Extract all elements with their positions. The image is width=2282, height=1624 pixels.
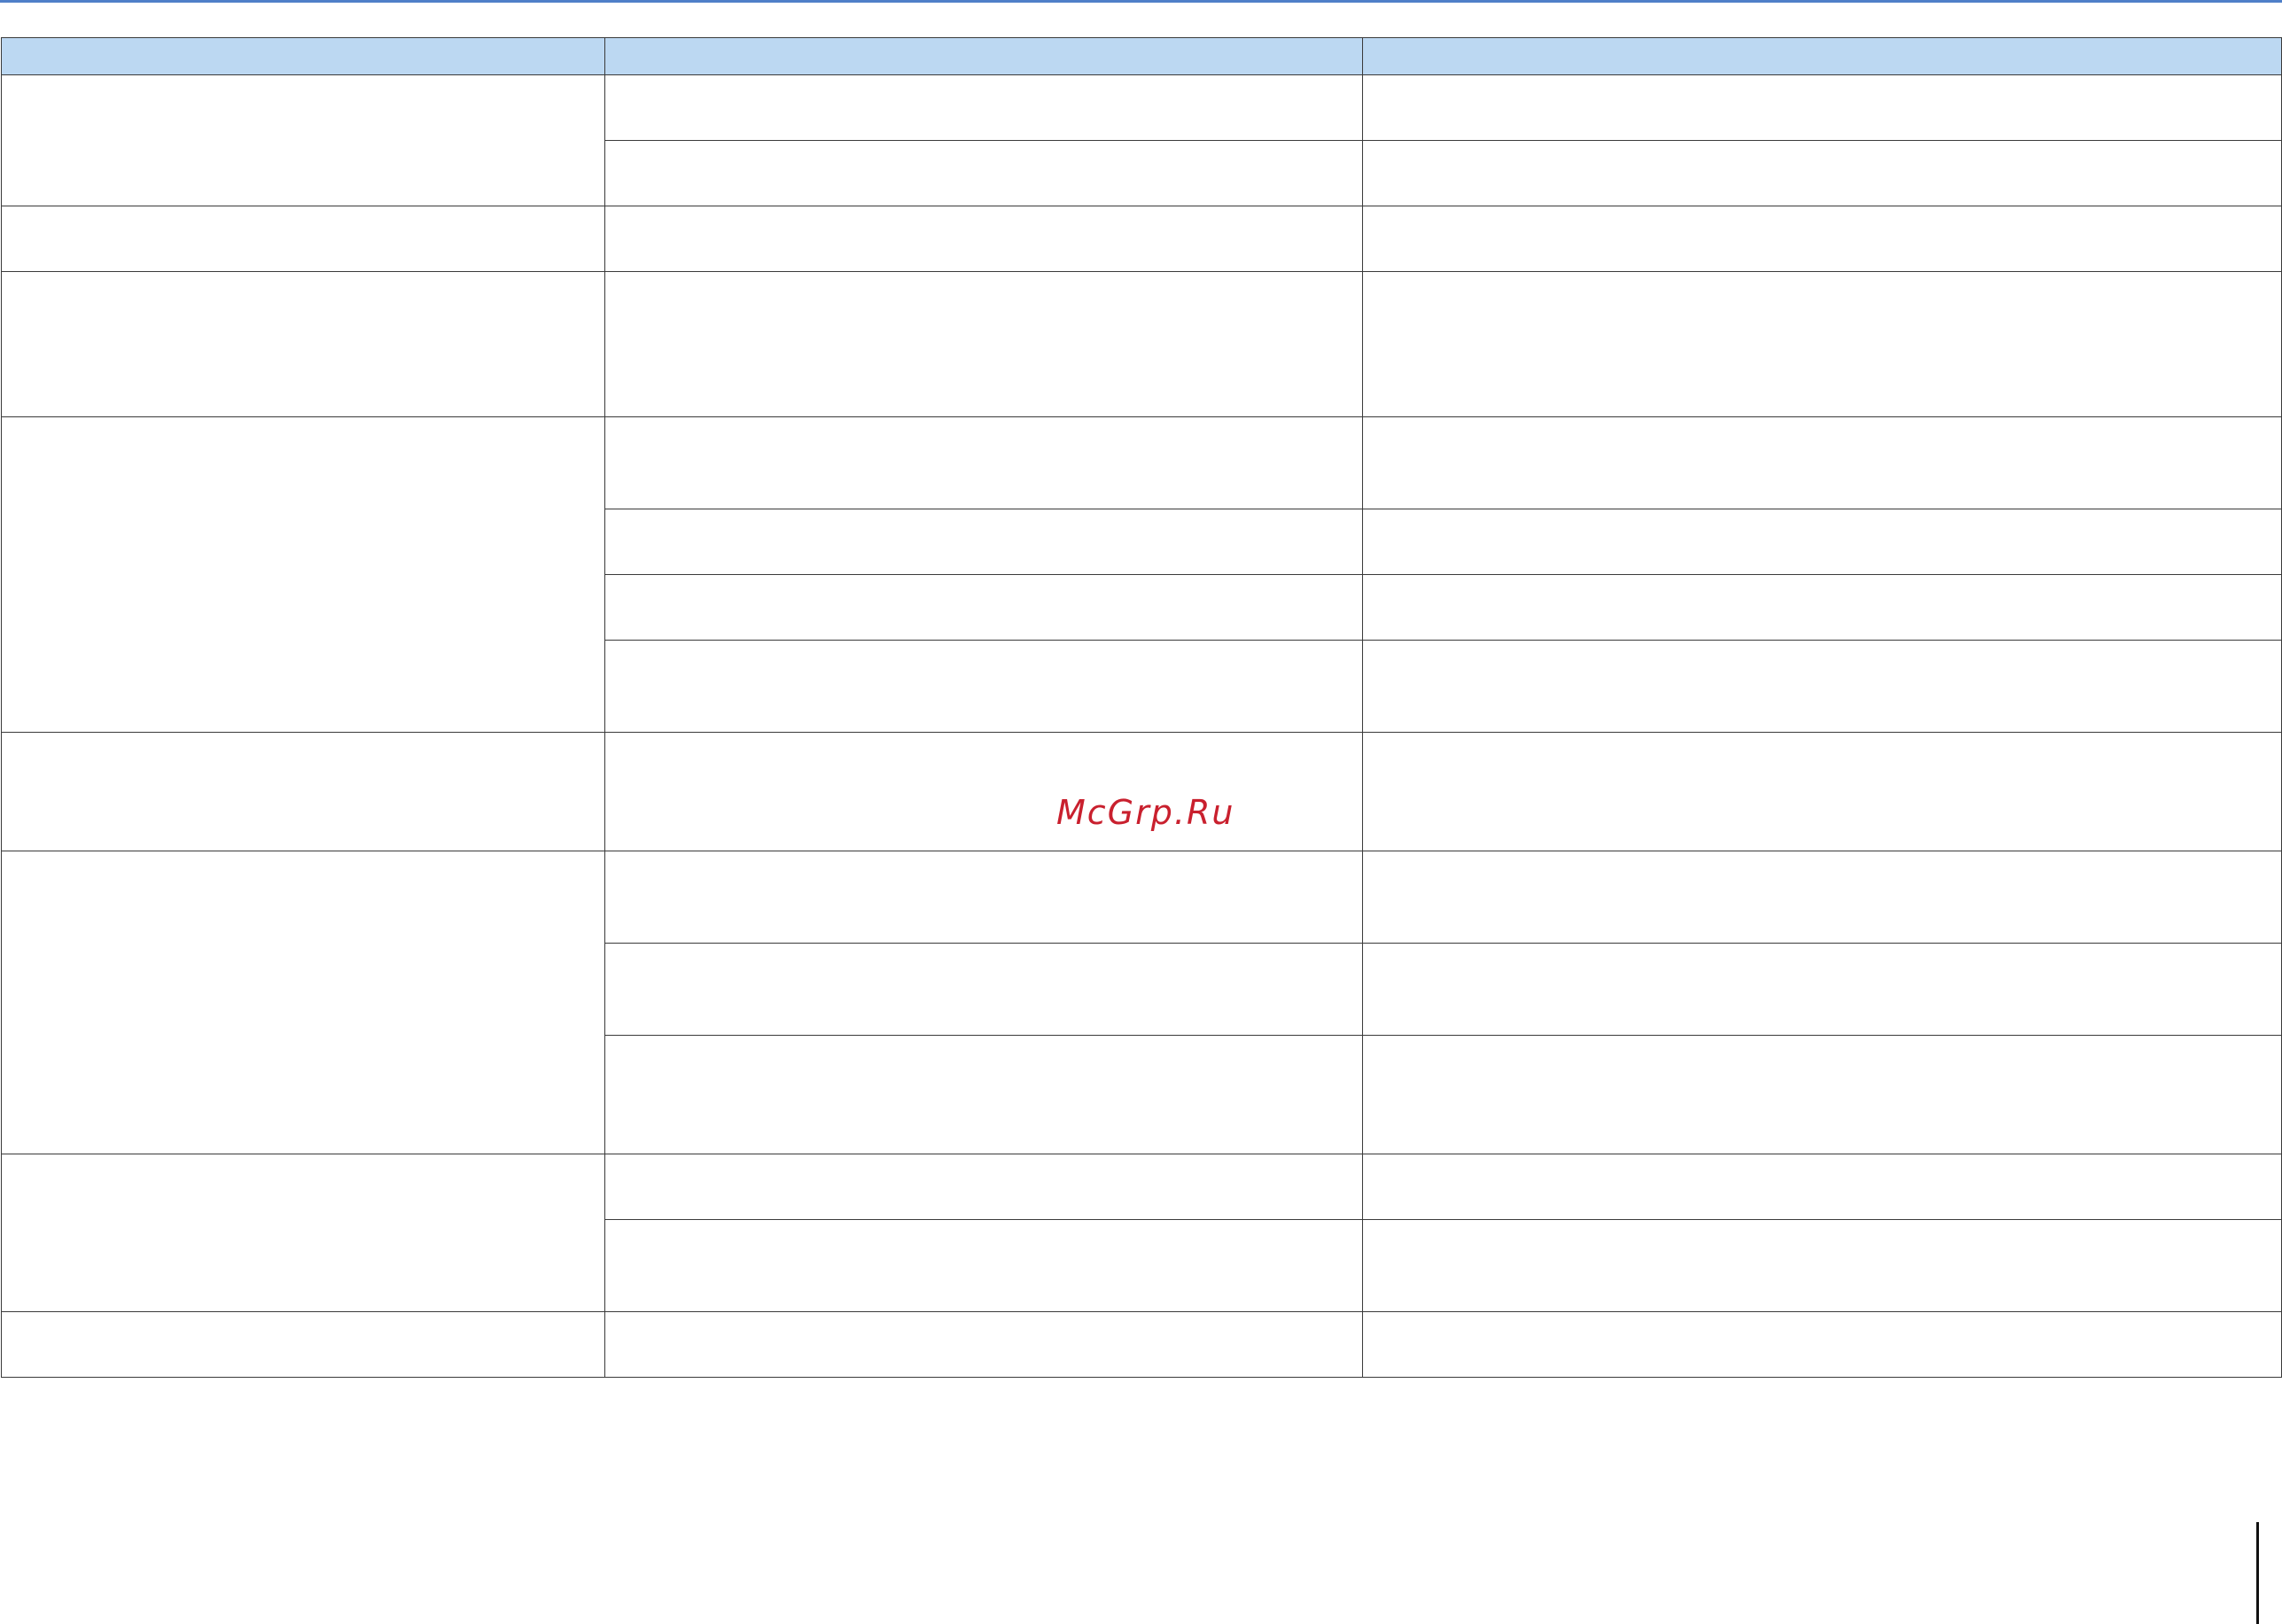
group-cell — [1, 1311, 605, 1378]
table-cell — [1362, 1035, 2282, 1154]
table-cell — [604, 74, 1363, 141]
table-cell — [1362, 271, 2282, 417]
table-header-row — [1, 37, 2282, 75]
table-cell — [1362, 943, 2282, 1036]
table-cell — [604, 640, 1363, 733]
table-cell — [604, 206, 1363, 272]
table-cell — [1362, 1219, 2282, 1312]
table-row — [1, 74, 2282, 206]
table-cell — [604, 1219, 1363, 1312]
group-cell — [1, 74, 605, 206]
page-edge-marker — [2256, 1522, 2259, 1624]
table-cell — [1362, 206, 2282, 272]
group-cell — [1, 851, 605, 1154]
top-accent-rule — [0, 0, 2282, 3]
table-cell — [1362, 732, 2282, 851]
table-row — [1, 1311, 2282, 1378]
header-cell-1 — [1, 37, 605, 75]
table-cell — [1362, 509, 2282, 575]
watermark-text: McGrp.Ru — [1056, 793, 1235, 832]
table-row — [1, 206, 2282, 272]
table-cell — [1362, 74, 2282, 141]
table-cell — [1362, 1311, 2282, 1378]
header-cell-2 — [604, 37, 1363, 75]
content-table — [1, 37, 2282, 1378]
table-cell — [604, 271, 1363, 417]
table-cell — [1362, 416, 2282, 509]
table-cell — [604, 732, 1363, 851]
table-cell — [1362, 140, 2282, 206]
table-cell — [1362, 1154, 2282, 1220]
group-cell — [1, 1154, 605, 1312]
group-cell — [1, 732, 605, 851]
table-cell — [604, 1035, 1363, 1154]
table-cell — [604, 574, 1363, 641]
table-cell — [604, 1154, 1363, 1220]
table-cell — [604, 943, 1363, 1036]
table-row — [1, 1154, 2282, 1312]
table-row — [1, 732, 2282, 851]
table-row — [1, 851, 2282, 1154]
group-cell — [1, 271, 605, 417]
table-cell — [604, 851, 1363, 944]
header-cell-3 — [1362, 37, 2282, 75]
table-cell — [604, 140, 1363, 206]
group-cell — [1, 206, 605, 272]
table-cell — [1362, 851, 2282, 944]
table-cell — [1362, 574, 2282, 641]
table-row — [1, 416, 2282, 733]
table-cell — [604, 1311, 1363, 1378]
table-cell — [604, 416, 1363, 509]
group-cell — [1, 416, 605, 733]
table-cell — [1362, 640, 2282, 733]
table-cell — [604, 509, 1363, 575]
table-row — [1, 271, 2282, 417]
